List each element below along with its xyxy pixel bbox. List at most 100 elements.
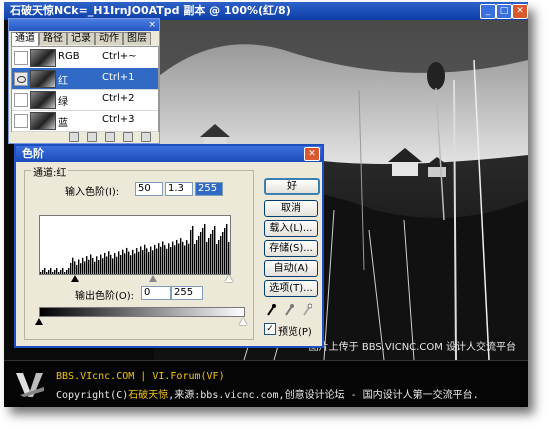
visibility-toggle[interactable] xyxy=(14,51,28,65)
histogram-bar xyxy=(228,242,230,274)
histogram-bar xyxy=(52,272,54,274)
channel-thumbnail xyxy=(30,112,56,130)
input-black-slider[interactable] xyxy=(71,275,79,282)
output-black-slider[interactable] xyxy=(35,318,43,325)
tab-layers[interactable]: 图层 xyxy=(123,32,151,45)
load-selection-icon[interactable] xyxy=(69,132,79,142)
visibility-toggle[interactable] xyxy=(14,93,28,107)
visibility-toggle[interactable] xyxy=(14,72,28,86)
histogram-bar xyxy=(218,240,220,274)
histogram-bar xyxy=(42,270,44,274)
minimize-button[interactable]: _ xyxy=(480,4,496,19)
channel-row-rgb[interactable]: RGB Ctrl+~ xyxy=(12,47,158,69)
channel-row-green[interactable]: 绿 Ctrl+2 xyxy=(12,89,158,111)
preview-label: 预览(P) xyxy=(278,327,312,338)
visibility-toggle[interactable] xyxy=(14,114,28,128)
histogram-bar xyxy=(94,261,96,274)
save-selection-icon[interactable] xyxy=(87,132,97,142)
dialog-title: 色阶 xyxy=(22,147,44,160)
histogram-bar xyxy=(132,249,134,274)
histogram-bar xyxy=(224,228,226,274)
auto-button[interactable]: 自动(A) xyxy=(264,260,318,277)
histogram-bar xyxy=(188,243,190,274)
output-black-field[interactable]: 0 xyxy=(141,286,171,300)
histogram-bar xyxy=(126,247,128,274)
histogram-bar xyxy=(174,245,176,274)
histogram-bar xyxy=(192,226,194,274)
input-gamma-slider[interactable] xyxy=(149,275,157,282)
histogram-bar xyxy=(160,246,162,274)
histogram-bar xyxy=(148,251,150,274)
tab-actions[interactable]: 动作 xyxy=(95,32,123,45)
histogram-bar xyxy=(146,248,148,274)
histogram-bar xyxy=(222,232,224,274)
histogram-bar xyxy=(92,258,94,274)
histogram-bar xyxy=(50,268,52,274)
histogram-bar xyxy=(118,251,120,274)
channels-panel: × 通道 路径 记录 动作 图层 RGB Ctrl+~ 红 Ctrl+1 绿 C… xyxy=(8,18,160,144)
histogram-bar xyxy=(82,257,84,274)
histogram-bar xyxy=(108,251,110,274)
histogram-bar xyxy=(142,250,144,274)
new-channel-icon[interactable] xyxy=(105,132,115,142)
channel-name: 红 xyxy=(58,76,68,87)
panel-close-icon[interactable]: × xyxy=(148,19,156,31)
dialog-titlebar[interactable]: 色阶 ✕ xyxy=(16,146,322,162)
channel-row-red[interactable]: 红 Ctrl+1 xyxy=(12,68,158,90)
histogram-bar xyxy=(156,248,158,274)
ok-button[interactable]: 好 xyxy=(264,178,320,195)
histogram-bar xyxy=(76,264,78,274)
save-button[interactable]: 存储(S)... xyxy=(264,240,318,257)
close-button[interactable]: ✕ xyxy=(512,4,528,19)
channel-name: RGB xyxy=(58,51,80,62)
histogram-bar xyxy=(62,268,64,274)
histogram-bar xyxy=(158,243,160,274)
histogram-bar xyxy=(86,256,88,274)
histogram-bar xyxy=(46,272,48,274)
histogram-bar xyxy=(214,226,216,274)
histogram-bar xyxy=(138,251,140,274)
histogram-bar xyxy=(72,257,74,274)
gray-eyedropper-icon[interactable] xyxy=(284,303,294,317)
histogram-bar xyxy=(200,232,202,274)
output-white-field[interactable]: 255 xyxy=(171,286,203,300)
input-black-field[interactable]: 50 xyxy=(135,182,163,196)
histogram-bar xyxy=(220,236,222,274)
histogram-bar xyxy=(210,234,212,274)
input-white-slider[interactable] xyxy=(225,275,233,282)
white-eyedropper-icon[interactable] xyxy=(302,303,312,317)
histogram-bar xyxy=(80,263,82,274)
channel-shortcut: Ctrl+3 xyxy=(102,114,135,125)
preview-checkbox[interactable]: ✓ xyxy=(264,323,276,335)
cancel-button[interactable]: 取消 xyxy=(264,200,318,217)
output-levels-label: 输出色阶(O): xyxy=(75,291,135,302)
histogram-bar xyxy=(84,261,86,274)
options-button[interactable]: 选项(T)... xyxy=(264,280,318,297)
channel-row-blue[interactable]: 蓝 Ctrl+3 xyxy=(12,110,158,132)
input-white-field[interactable]: 255 xyxy=(195,182,223,196)
output-white-slider[interactable] xyxy=(239,318,247,325)
footer-site-link[interactable]: BBS.VIcnc.COM xyxy=(56,371,134,382)
histogram-bar xyxy=(56,268,58,274)
tab-channels[interactable]: 通道 xyxy=(11,32,39,46)
black-eyedropper-icon[interactable] xyxy=(266,303,276,317)
input-gamma-field[interactable]: 1.3 xyxy=(165,182,193,196)
histogram-bar xyxy=(54,270,56,274)
histogram-bar xyxy=(78,259,80,274)
dialog-close-button[interactable]: ✕ xyxy=(304,147,320,161)
histogram-bar xyxy=(196,240,198,274)
footer-forum-link[interactable]: VI.Forum(VF) xyxy=(152,371,224,382)
panel-header[interactable]: × xyxy=(9,19,159,31)
histogram-bar xyxy=(172,241,174,274)
channel-name: 绿 xyxy=(58,97,68,108)
histogram-bar xyxy=(98,259,100,274)
maximize-button[interactable]: □ xyxy=(496,4,512,19)
tab-history[interactable]: 记录 xyxy=(67,32,95,45)
histogram-bar xyxy=(206,242,208,274)
trash-icon[interactable] xyxy=(123,132,133,142)
tab-paths[interactable]: 路径 xyxy=(39,32,67,45)
levels-dialog: 色阶 ✕ 通道:红 输入色阶(I): 50 1.3 255 输出色阶(O): 0… xyxy=(14,144,324,348)
histogram-bar xyxy=(96,256,98,274)
scroll-arrow-icon[interactable] xyxy=(141,132,151,142)
load-button[interactable]: 载入(L)... xyxy=(264,220,318,237)
